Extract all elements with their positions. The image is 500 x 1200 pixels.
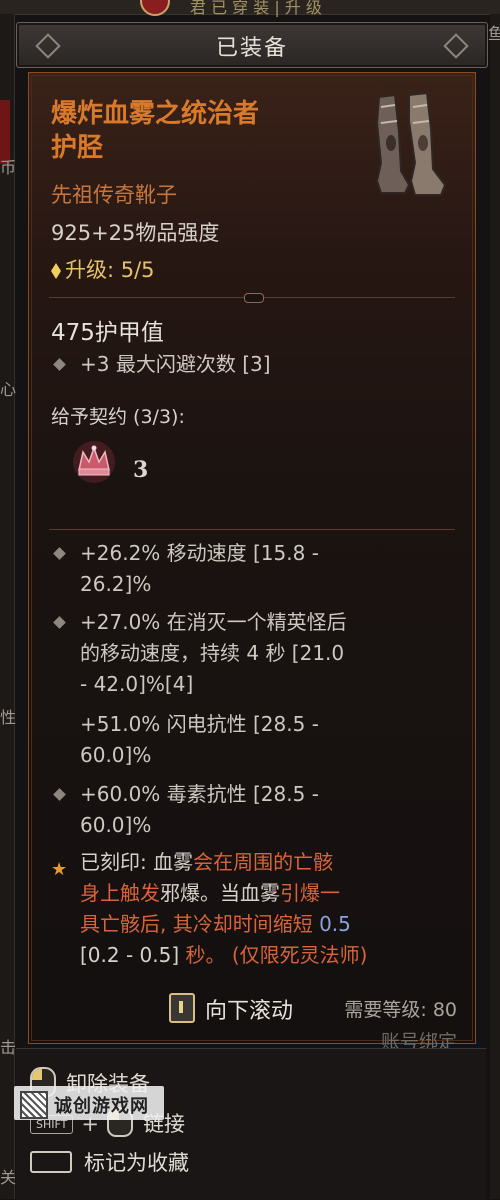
legendary-text: (仅限死灵法师) xyxy=(231,943,368,967)
left-strip-char: 心 xyxy=(0,380,17,399)
header-title: 已装备 xyxy=(215,36,288,61)
affix-poison-resistance: +60.0% 毒素抗性 [28.5 - 60.0]% xyxy=(51,779,461,843)
item-tooltip: 爆炸血雾之统治者 护胫 先祖传奇靴子 925+25物品强度 升级: 5/5 47… xyxy=(28,72,476,1053)
watermark-text: 诚创游戏网 xyxy=(54,1096,149,1117)
item-power: 925+25物品强度 xyxy=(51,221,220,245)
scroll-down-hint[interactable]: 向下滚动 xyxy=(169,993,293,1025)
legendary-text: 身上触发 xyxy=(80,881,160,905)
item-type: 先祖传奇靴子 xyxy=(51,183,177,207)
affix-elite-movement: +27.0% 在消灭一个精英怪后 的移动速度，持续 4 秒 [21.0 - 42… xyxy=(51,607,461,703)
favorite-action[interactable]: 标记为收藏 xyxy=(30,1147,189,1177)
affix-line: 的移动速度，持续 4 秒 [21.0 xyxy=(80,641,345,665)
legendary-text: 具亡骸后, 其冷却时间缩短 xyxy=(80,912,313,936)
required-level: 需要等级: 80 xyxy=(344,999,457,1021)
divider-knot-icon xyxy=(244,293,264,303)
legendary-range: [0.2 - 0.5] xyxy=(80,943,180,967)
armor-value: 475护甲值 xyxy=(51,320,164,346)
qr-code-icon xyxy=(20,1091,48,1119)
upgrade-status: 升级: 5/5 xyxy=(51,254,155,284)
scroll-key-icon xyxy=(169,993,195,1023)
favorite-label: 标记为收藏 xyxy=(84,1151,189,1175)
affix-line: +60.0% 毒素抗性 [28.5 - xyxy=(80,782,319,806)
right-strip-char: 鱼 xyxy=(487,24,500,43)
affix-movement-speed: +26.2% 移动速度 [15.8 - 26.2]% xyxy=(51,538,461,602)
diamond-bullet-icon xyxy=(53,788,66,801)
boots-icon xyxy=(375,93,447,196)
affix-line: +27.0% 在消灭一个精英怪后 xyxy=(80,610,347,634)
legendary-text: 会在周围的亡骸 xyxy=(193,850,334,874)
affix-line: 60.0]% xyxy=(80,743,152,767)
legendary-text: 邪爆。当血雾 xyxy=(160,881,280,905)
diamond-bullet-icon xyxy=(53,358,66,371)
equipped-header: 已装备 xyxy=(16,22,488,68)
site-watermark: 诚创游戏网 xyxy=(14,1086,164,1120)
top-strip-text: 君 已 穿 装 | 升 级 xyxy=(190,0,322,17)
top-strip: 君 已 穿 装 | 升 级 xyxy=(0,0,500,17)
divider xyxy=(49,293,455,303)
legendary-line: [0.2 - 0.5] 秒。 (仅限死灵法师) xyxy=(80,940,460,971)
upgrade-text: 升级: 5/5 xyxy=(65,258,155,282)
emblem-icon xyxy=(140,0,170,16)
upgrade-gem-icon xyxy=(51,263,61,279)
affix-lightning-resistance: +51.0% 闪电抗性 [28.5 - 60.0]% xyxy=(51,709,461,773)
left-strip-char: 性 xyxy=(0,708,17,727)
left-strip: 币 心 性 击 关 xyxy=(0,14,17,1199)
right-strip: 鱼 xyxy=(487,14,500,1199)
item-name-line1: 爆炸血雾之统治者 xyxy=(51,99,260,129)
affix-line: 60.0]% xyxy=(80,813,152,837)
item-name: 爆炸血雾之统治者 护胫 xyxy=(51,97,361,165)
affix-line: - 42.0]%[4] xyxy=(80,672,194,696)
legendary-line: 身上触发邪爆。当血雾引爆一 xyxy=(80,878,460,909)
item-name-line2: 护胫 xyxy=(51,133,104,163)
left-strip-char: 币 xyxy=(0,158,17,177)
affix-line: +26.2% 移动速度 [15.8 - xyxy=(80,541,319,565)
divider xyxy=(49,529,455,530)
crown-icon xyxy=(73,441,115,483)
tooltip-actions: 卸除装备 SHIFT + 链接 标记为收藏 xyxy=(16,1048,486,1200)
space-key-icon xyxy=(30,1151,72,1173)
legendary-line: 具亡骸后, 其冷却时间缩短 0.5 xyxy=(80,909,460,940)
diamond-bullet-icon xyxy=(53,616,66,629)
affix-text: +3 最大闪避次数 [3] xyxy=(80,352,271,376)
affix-line: +51.0% 闪电抗性 [28.5 - xyxy=(80,712,319,736)
contract-label: 给予契约 (3/3): xyxy=(51,406,185,428)
affix-line: 26.2]% xyxy=(80,572,152,596)
legendary-text: 秒。 xyxy=(185,943,226,967)
legendary-value: 0.5 xyxy=(319,912,351,936)
implicit-affix: +3 最大闪避次数 [3] xyxy=(51,349,461,381)
scroll-down-label: 向下滚动 xyxy=(205,999,294,1024)
left-strip-char: 击 xyxy=(0,1038,17,1057)
diamond-bullet-icon xyxy=(53,547,66,560)
legendary-line: 已刻印: 血雾会在周围的亡骸 xyxy=(80,847,460,878)
legendary-text: 已刻印: 血雾 xyxy=(80,850,194,874)
star-icon: ★ xyxy=(51,859,68,880)
left-strip-char: 关 xyxy=(0,1168,17,1187)
legendary-text: 引爆一 xyxy=(280,881,340,905)
contract-value: 3 xyxy=(133,457,149,483)
